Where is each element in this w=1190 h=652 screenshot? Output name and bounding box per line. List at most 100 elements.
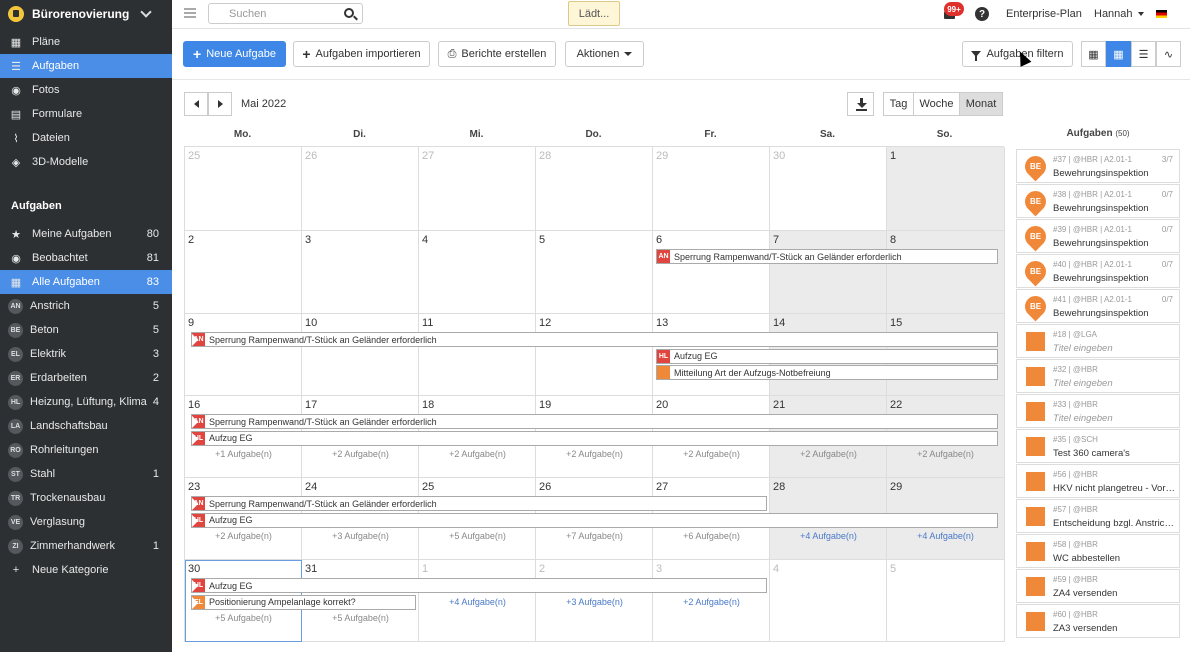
view-week-button[interactable]: Woche bbox=[913, 92, 960, 116]
more-tasks-link[interactable]: +2 Aufgabe(n) bbox=[419, 449, 536, 459]
task-card[interactable]: BE #40 | @HBR | A2.01-1 0/7 Bewehrungsinspe… bbox=[1016, 254, 1180, 288]
day-cell[interactable]: 2 bbox=[185, 231, 302, 314]
task-card[interactable]: BE #41 | @HBR | A2.01-1 0/7 Bewehrungsinspe… bbox=[1016, 289, 1180, 323]
task-event[interactable]: Mitteilung Art der Aufzugs-Notbefreiung bbox=[656, 365, 998, 380]
chart-view-button[interactable]: ∿ bbox=[1156, 41, 1181, 67]
task-event[interactable]: AN Sperrung Rampenwand/T-Stück an Gelände… bbox=[191, 414, 998, 429]
prev-month-button[interactable] bbox=[184, 92, 208, 116]
chevron-down-icon[interactable] bbox=[140, 6, 152, 18]
more-tasks-link[interactable]: +5 Aufgabe(n) bbox=[419, 531, 536, 541]
day-cell[interactable]: 25 bbox=[185, 147, 302, 231]
more-tasks-link[interactable]: +4 Aufgabe(n) bbox=[770, 531, 887, 541]
day-cell[interactable]: 8 bbox=[887, 231, 1005, 314]
category-item[interactable]: EL Elektrik 3 bbox=[0, 342, 172, 366]
task-event[interactable]: HL Aufzug EG bbox=[191, 430, 998, 446]
task-card[interactable]: #33 | @HBR Titel eingeben bbox=[1016, 394, 1180, 428]
category-item[interactable]: AN Anstrich 5 bbox=[0, 294, 172, 318]
user-menu[interactable]: Hannah bbox=[1094, 8, 1144, 20]
task-event[interactable]: HL Aufzug EG bbox=[191, 512, 998, 528]
more-tasks-link[interactable]: +7 Aufgabe(n) bbox=[536, 531, 653, 541]
import-tasks-button[interactable]: + Aufgaben importieren bbox=[293, 41, 430, 67]
more-tasks-link[interactable]: +3 Aufgabe(n) bbox=[536, 597, 653, 607]
task-card[interactable]: #58 | @HBR WC abbestellen bbox=[1016, 534, 1180, 568]
more-tasks-link[interactable]: +1 Aufgabe(n) bbox=[185, 449, 302, 459]
day-cell[interactable]: 7 bbox=[770, 231, 887, 314]
category-item[interactable]: HL Heizung, Lüftung, Klima 4 bbox=[0, 390, 172, 414]
day-cell[interactable]: 10 bbox=[302, 314, 419, 396]
task-card[interactable]: BE #38 | @HBR | A2.01-1 0/7 Bewehrungsinspe… bbox=[1016, 184, 1180, 218]
day-cell[interactable]: 27 bbox=[419, 147, 536, 231]
plan-link[interactable]: Enterprise-Plan bbox=[1006, 8, 1082, 20]
more-tasks-link[interactable]: +4 Aufgabe(n) bbox=[887, 531, 1004, 541]
category-item[interactable]: ZI Zimmerhandwerk 1 bbox=[0, 534, 172, 558]
day-cell[interactable]: 28 bbox=[536, 147, 653, 231]
filter-item-0[interactable]: ★ Meine Aufgaben 80 bbox=[0, 222, 172, 246]
download-button[interactable] bbox=[847, 92, 874, 116]
view-month-button[interactable]: Monat bbox=[959, 92, 1003, 116]
day-cell[interactable]: 12 bbox=[536, 314, 653, 396]
sidebar-item-3[interactable]: ▤ Formulare bbox=[0, 102, 172, 126]
task-event[interactable]: HL Aufzug EG bbox=[656, 348, 998, 364]
gantt-view-button[interactable]: ☰ bbox=[1131, 41, 1156, 67]
task-card[interactable]: #18 | @LGA Titel eingeben bbox=[1016, 324, 1180, 358]
more-tasks-link[interactable]: +5 Aufgabe(n) bbox=[302, 613, 419, 623]
new-task-button[interactable]: + Neue Aufgabe bbox=[183, 41, 286, 67]
project-switcher[interactable]: Bürorenovierung bbox=[0, 0, 172, 28]
search-icon[interactable] bbox=[344, 8, 354, 18]
filter-item-1[interactable]: ◉ Beobachtet 81 bbox=[0, 246, 172, 270]
category-item[interactable]: ST Stahl 1 bbox=[0, 462, 172, 486]
category-item[interactable]: RO Rohrleitungen bbox=[0, 438, 172, 462]
sidebar-item-2[interactable]: ◉ Fotos bbox=[0, 78, 172, 102]
sidebar-item-4[interactable]: ⌇ Dateien bbox=[0, 126, 172, 150]
new-category-button[interactable]: + Neue Kategorie bbox=[0, 558, 172, 582]
task-card[interactable]: #60 | @HBR ZA3 versenden bbox=[1016, 604, 1180, 638]
german-flag-icon[interactable] bbox=[1156, 10, 1167, 18]
more-tasks-link[interactable]: +3 Aufgabe(n) bbox=[302, 531, 419, 541]
create-reports-button[interactable]: ⎙ Berichte erstellen bbox=[438, 41, 556, 67]
day-cell[interactable]: 4 bbox=[770, 560, 887, 642]
sidebar-item-5[interactable]: ◈ 3D-Modelle bbox=[0, 150, 172, 174]
day-cell[interactable]: 6 bbox=[653, 231, 770, 314]
more-tasks-link[interactable]: +2 Aufgabe(n) bbox=[536, 449, 653, 459]
task-event[interactable]: AN Sperrung Rampenwand/T-Stück an Gelände… bbox=[191, 496, 767, 511]
more-tasks-link[interactable]: +2 Aufgabe(n) bbox=[653, 597, 770, 607]
task-event[interactable]: HL Aufzug EG bbox=[191, 578, 767, 593]
category-item[interactable]: BE Beton 5 bbox=[0, 318, 172, 342]
day-cell[interactable]: 9 bbox=[185, 314, 302, 396]
day-cell[interactable]: 5 bbox=[887, 560, 1005, 642]
day-cell[interactable]: 29 bbox=[653, 147, 770, 231]
day-cell[interactable]: 3 bbox=[302, 231, 419, 314]
task-event[interactable]: AN Sperrung Rampenwand/T-Stück an Gelände… bbox=[656, 249, 998, 264]
more-tasks-link[interactable]: +4 Aufgabe(n) bbox=[419, 597, 536, 607]
day-cell[interactable]: 1 bbox=[887, 147, 1005, 231]
actions-dropdown[interactable]: Aktionen bbox=[565, 41, 644, 67]
grid-view-button[interactable]: ▦ bbox=[1081, 41, 1106, 67]
day-cell[interactable]: 5 bbox=[536, 231, 653, 314]
task-card[interactable]: #59 | @HBR ZA4 versenden bbox=[1016, 569, 1180, 603]
task-card[interactable]: BE #37 | @HBR | A2.01-1 3/7 Bewehrungsinspe… bbox=[1016, 149, 1180, 183]
next-month-button[interactable] bbox=[208, 92, 232, 116]
category-item[interactable]: TR Trockenausbau bbox=[0, 486, 172, 510]
more-tasks-link[interactable]: +2 Aufgabe(n) bbox=[653, 449, 770, 459]
category-item[interactable]: ER Erdarbeiten 2 bbox=[0, 366, 172, 390]
task-card[interactable]: BE #39 | @HBR | A2.01-1 0/7 Bewehrungsinspe… bbox=[1016, 219, 1180, 253]
task-card[interactable]: #56 | @HBR HKV nicht plangetreu - Vorgabe… bbox=[1016, 464, 1180, 498]
category-item[interactable]: LA Landschaftsbau bbox=[0, 414, 172, 438]
task-event[interactable]: EL Positionierung Ampelanlage korrekt? bbox=[191, 594, 416, 610]
task-card[interactable]: #32 | @HBR Titel eingeben bbox=[1016, 359, 1180, 393]
help-icon[interactable]: ? bbox=[975, 7, 989, 21]
more-tasks-link[interactable]: +2 Aufgabe(n) bbox=[302, 449, 419, 459]
day-cell[interactable]: 11 bbox=[419, 314, 536, 396]
filter-item-2[interactable]: ▦ Alle Aufgaben 83 bbox=[0, 270, 172, 294]
search-input[interactable]: Suchen bbox=[208, 3, 363, 24]
sidebar-item-1[interactable]: ☰ Aufgaben bbox=[0, 54, 172, 78]
more-tasks-link[interactable]: +5 Aufgabe(n) bbox=[185, 613, 302, 623]
task-event[interactable]: AN Sperrung Rampenwand/T-Stück an Gelände… bbox=[191, 332, 998, 347]
more-tasks-link[interactable]: +2 Aufgabe(n) bbox=[887, 449, 1004, 459]
day-cell[interactable]: 4 bbox=[419, 231, 536, 314]
more-tasks-link[interactable]: +2 Aufgabe(n) bbox=[185, 531, 302, 541]
more-tasks-link[interactable]: +2 Aufgabe(n) bbox=[770, 449, 887, 459]
task-card[interactable]: #35 | @SCH Test 360 camera's bbox=[1016, 429, 1180, 463]
calendar-view-button[interactable]: ▦ bbox=[1106, 41, 1131, 67]
category-item[interactable]: VE Verglasung bbox=[0, 510, 172, 534]
